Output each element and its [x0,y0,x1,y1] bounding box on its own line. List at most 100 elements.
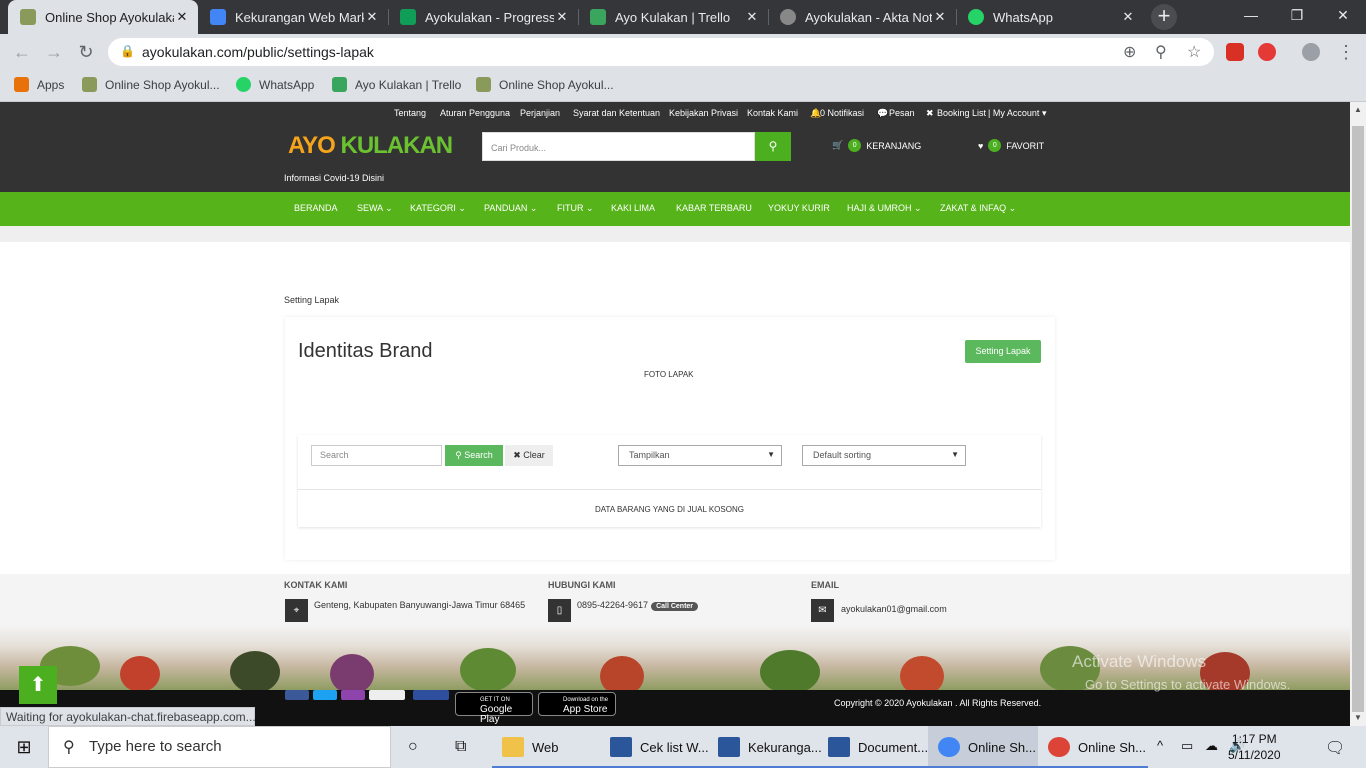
tab-trello[interactable]: Ayo Kulakan | Trello ✕ [578,0,768,34]
bookmark-whatsapp[interactable]: WhatsApp [236,77,314,92]
tab-kekurangan[interactable]: Kekurangan Web Market ✕ [198,0,388,34]
bookmark-label: Apps [37,77,65,92]
product-search-input[interactable]: Cari Produk... [482,132,755,161]
filter-search-input[interactable]: Search [311,445,442,466]
close-icon[interactable]: ✕ [554,9,570,25]
onedrive-icon[interactable]: ☁ [1205,738,1218,754]
network-icon[interactable]: ▭ [1181,738,1193,754]
taskbar-item-web[interactable]: Web [492,726,600,768]
link-booking-list[interactable]: Booking List [937,108,986,118]
arrow-up-icon: ⬆ [29,674,47,696]
bookmark-apps[interactable]: Apps [14,77,64,92]
close-icon[interactable]: ✕ [364,9,380,25]
bookmark-online-shop-2[interactable]: Online Shop Ayokul... [476,77,614,92]
link-my-account[interactable]: | My Account [988,108,1039,118]
site-logo[interactable]: AYO KULAKAN [288,132,453,160]
system-clock[interactable]: 1:17 PM 5/11/2020 [1228,731,1281,763]
reload-button[interactable]: ↻ [74,40,98,64]
link-pesan[interactable]: Pesan [889,108,915,118]
tab-progress[interactable]: Ayokulakan - Progress ✕ [388,0,578,34]
menu-kabar-terbaru[interactable]: KABAR TERBARU [676,203,752,213]
windows-start-button[interactable]: ⊞ [0,726,48,768]
link-kebijakan-privasi[interactable]: Kebijakan Privasi [669,108,738,118]
adblock-icon[interactable] [1258,43,1276,61]
window-close-button[interactable]: ✕ [1320,0,1366,30]
page-scrollbar[interactable]: ▲ ▼ [1350,102,1366,726]
taskbar-item-word-2[interactable]: Kekuranga... [708,726,822,768]
menu-haji-umroh[interactable]: HAJI & UMROH ⌄ [847,203,922,214]
profile-avatar[interactable] [1302,43,1320,61]
new-tab-button[interactable]: + [1151,4,1177,30]
taskbar-item-word-3[interactable]: Document... [818,726,928,768]
taskbar-label: Online Sh... [968,739,1036,755]
payment-logo [285,690,309,700]
close-icon[interactable]: ✕ [744,9,760,25]
app-store-badge[interactable]: Download on the App Store [538,692,616,716]
link-syarat-ketentuan[interactable]: Syarat dan Ketentuan [573,108,660,118]
url-text[interactable]: ayokulakan.com/public/settings-lapak [142,44,374,60]
phone-number[interactable]: 0895-42264-9617 [577,600,648,610]
tab-akta-nota[interactable]: Ayokulakan - Akta Nota ✕ [768,0,956,34]
zoom-icon[interactable]: ⚲ [1155,42,1167,62]
close-icon[interactable]: ✕ [1120,9,1136,25]
star-icon[interactable]: ☆ [1187,42,1201,62]
tab-whatsapp[interactable]: WhatsApp ✕ [956,0,1144,34]
notification-icon[interactable]: 🗨 [1325,738,1345,758]
caret-down-icon: ▾ [1042,108,1047,118]
taskbar-search-box[interactable]: ⚲ Type here to search [48,726,391,768]
scroll-to-top-button[interactable]: ⬆ [19,666,57,704]
filter-search-button[interactable]: ⚲ Search [445,445,503,466]
menu-kebab-icon[interactable]: ⋮ [1334,40,1358,64]
breadcrumb: Setting Lapak [284,295,340,305]
menu-kategori[interactable]: KATEGORI ⌄ [410,203,466,214]
copyright-text: Copyright © 2020 Ayokulakan . All Rights… [834,698,1042,708]
extension-icon[interactable] [1226,43,1244,61]
favorite-label: FAVORIT [1006,140,1045,151]
link-notifikasi[interactable]: 0 Notifikasi [820,108,864,118]
address-bar[interactable]: 🔒 ayokulakan.com/public/settings-lapak ⊕… [108,38,1214,66]
filter-search-label: Search [464,450,493,460]
taskbar-item-word-1[interactable]: Cek list W... [600,726,709,768]
scroll-up-arrow-icon[interactable]: ▲ [1350,102,1366,118]
setting-lapak-button[interactable]: Setting Lapak [965,340,1041,363]
minimize-button[interactable]: — [1228,0,1274,30]
bookmark-label: Online Shop Ayokul... [105,77,220,92]
cortana-icon[interactable]: ○ [408,738,418,756]
taskbar-item-chrome-1[interactable]: Online Sh... [928,726,1038,768]
menu-panduan[interactable]: PANDUAN ⌄ [484,203,537,214]
taskbar-item-chrome-2[interactable]: Online Sh... [1038,726,1148,768]
link-aturan-pengguna[interactable]: Aturan Pengguna [440,108,510,118]
google-play-badge[interactable]: GET IT ON Google Play [455,692,533,725]
menu-kaki-lima[interactable]: KAKI LIMA [611,203,655,213]
menu-sewa[interactable]: SEWA ⌄ [357,203,393,214]
scroll-down-arrow-icon[interactable]: ▼ [1350,710,1366,726]
tab-title: WhatsApp [993,9,1053,25]
bookmark-online-shop[interactable]: Online Shop Ayokul... [82,77,220,92]
display-select[interactable]: Tampilkan ▼ [618,445,782,466]
tab-online-shop[interactable]: Online Shop Ayokulakan ✕ [8,0,198,34]
forward-button[interactable]: → [42,40,66,64]
back-button[interactable]: ← [10,40,34,64]
menu-beranda[interactable]: BERANDA [294,203,338,213]
link-tentang[interactable]: Tentang [394,108,426,118]
menu-fitur[interactable]: FITUR ⌄ [557,203,594,214]
task-view-icon[interactable]: ⧉ [455,738,466,756]
search-button[interactable]: ⚲ [755,132,791,161]
link-perjanjian[interactable]: Perjanjian [520,108,560,118]
close-icon[interactable]: ✕ [174,9,190,25]
link-kontak-kami[interactable]: Kontak Kami [747,108,798,118]
sort-select[interactable]: Default sorting ▼ [802,445,966,466]
bookmark-trello[interactable]: Ayo Kulakan | Trello [332,77,461,92]
menu-yokuy-kurir[interactable]: YOKUY KURIR [768,203,830,213]
cart-link[interactable]: 🛒 0 KERANJANG [832,139,921,152]
chevron-up-icon[interactable]: ^ [1157,738,1163,753]
covid-info-link[interactable]: Informasi Covid-19 Disini [284,173,384,183]
menu-zakat-infaq[interactable]: ZAKAT & INFAQ ⌄ [940,203,1016,214]
restore-button[interactable]: ❐ [1274,0,1320,30]
close-icon[interactable]: ✕ [932,9,948,25]
email-address[interactable]: ayokulakan01@gmail.com [841,604,947,614]
filter-clear-button[interactable]: ✖ Clear [505,445,553,466]
favorite-link[interactable]: ♥ 0 FAVORIT [978,139,1044,152]
location-icon[interactable]: ⊕ [1123,42,1136,62]
scrollbar-thumb[interactable] [1352,126,1364,712]
